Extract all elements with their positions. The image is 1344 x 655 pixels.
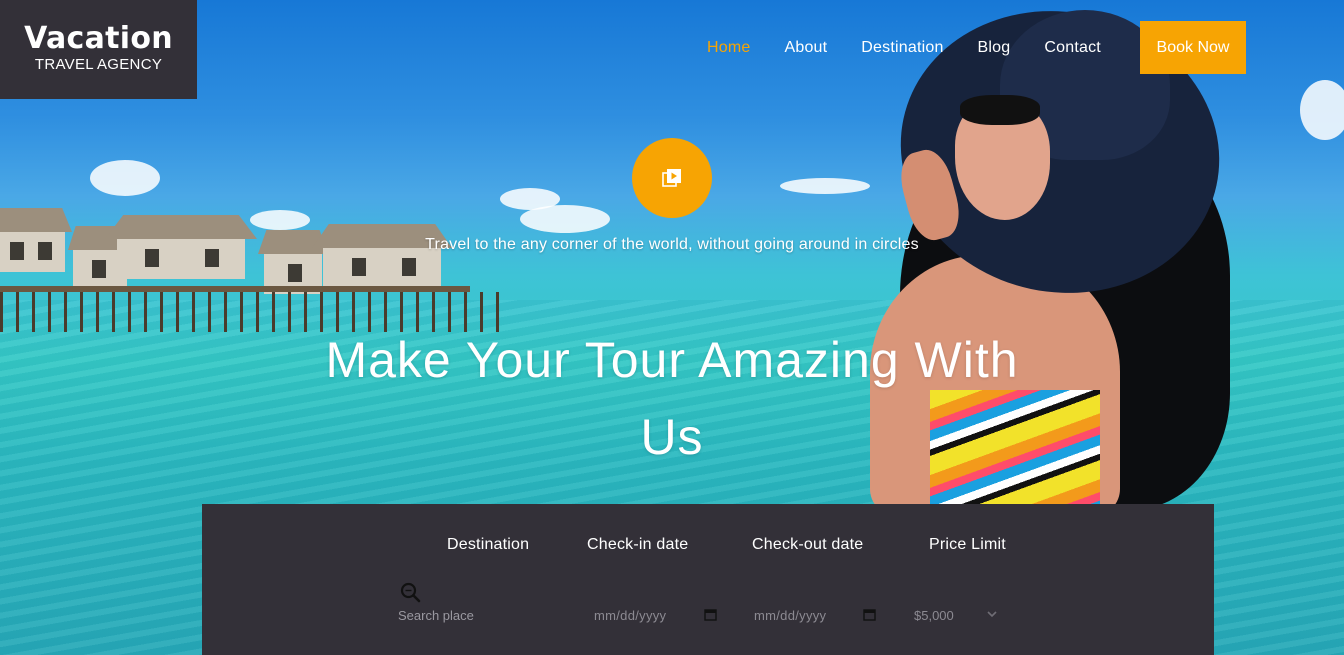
hero-headline-line2: Us — [640, 409, 704, 465]
hut — [312, 224, 452, 290]
woman-sunglasses — [960, 95, 1040, 125]
hero-headline-line1: Make Your Tour Amazing With — [325, 332, 1019, 388]
cloud — [90, 160, 160, 196]
calendar-icon[interactable] — [863, 608, 876, 621]
brand-name: Vacation — [24, 21, 173, 56]
hero-headline: Make Your Tour Amazing With Us — [290, 322, 1054, 476]
checkin-date-input[interactable]: mm/dd/yyyy — [594, 604, 724, 626]
cloud — [250, 210, 310, 230]
checkin-label: Check-in date — [587, 536, 689, 553]
nav-about[interactable]: About — [784, 39, 827, 57]
checkout-label: Check-out date — [752, 536, 864, 553]
cloud — [1300, 80, 1344, 140]
nav-destination[interactable]: Destination — [861, 39, 943, 57]
cloud — [780, 178, 870, 194]
chevron-down-icon — [987, 611, 997, 618]
nav-blog[interactable]: Blog — [978, 39, 1011, 57]
video-play-button[interactable] — [632, 138, 712, 218]
nav-home[interactable]: Home — [707, 39, 750, 57]
checkin-date-value: mm/dd/yyyy — [594, 607, 667, 623]
search-icon[interactable] — [400, 582, 422, 604]
booking-search-panel: Destination Check-in date Check-out date… — [202, 504, 1214, 655]
search-field-labels: Destination Check-in date Check-out date… — [202, 536, 1214, 556]
hero-tagline: Travel to the any corner of the world, w… — [425, 236, 919, 253]
main-nav: Home About Destination Blog Contact — [690, 21, 1118, 74]
checkout-date-input[interactable]: mm/dd/yyyy — [754, 604, 884, 626]
price-limit-select[interactable]: $5,000 — [914, 604, 1004, 626]
price-limit-value: $5,000 — [914, 607, 954, 623]
brand-tagline: TRAVEL AGENCY — [34, 56, 163, 73]
cloud — [520, 205, 610, 233]
calendar-icon[interactable] — [704, 608, 717, 621]
brand-logo[interactable]: Vacation TRAVEL AGENCY — [0, 0, 197, 99]
destination-label: Destination — [447, 536, 530, 553]
checkout-date-value: mm/dd/yyyy — [754, 607, 827, 623]
destination-search-input[interactable] — [398, 604, 568, 626]
price-limit-label: Price Limit — [929, 536, 1006, 553]
video-play-icon — [662, 169, 681, 187]
book-now-button[interactable]: Book Now — [1140, 21, 1246, 74]
nav-contact[interactable]: Contact — [1044, 39, 1101, 57]
